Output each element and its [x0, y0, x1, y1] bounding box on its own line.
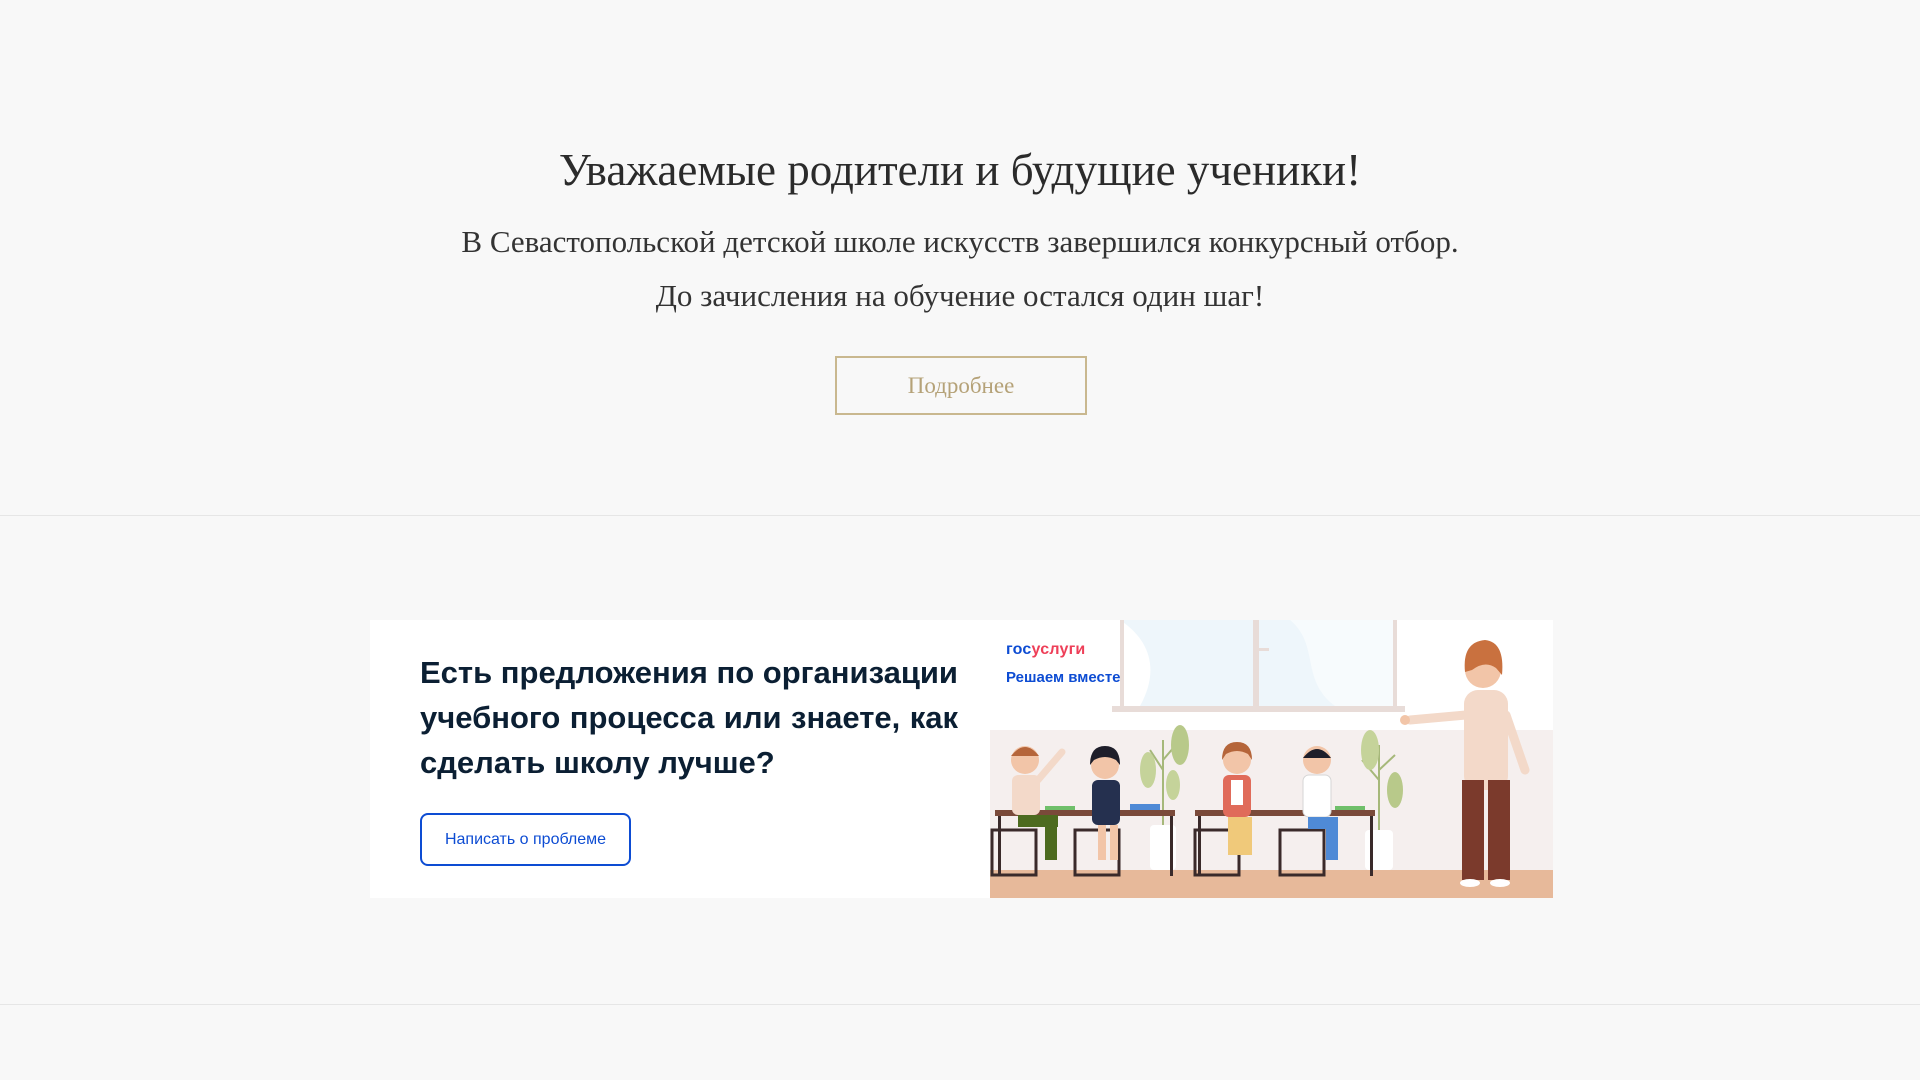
- announcement-title: Уважаемые родители и будущие ученики!: [558, 145, 1362, 195]
- gosuslugi-feedback-banner[interactable]: Есть предложения по организации учебного…: [370, 620, 1553, 898]
- gosuslugi-logo: госуслуги: [1006, 640, 1085, 660]
- gosuslugi-logo-uslugi: услуги: [1031, 641, 1086, 658]
- gosuslugi-tagline: Решаем вместе: [1006, 669, 1121, 686]
- report-problem-button[interactable]: Написать о проблеме: [420, 813, 631, 866]
- classroom-illustration-icon: [990, 620, 1553, 898]
- section-divider: [0, 1004, 1920, 1005]
- gosuslugi-logo-gos: гос: [1006, 641, 1032, 658]
- announcement-section: Уважаемые родители и будущие ученики! В …: [0, 0, 1920, 516]
- announcement-text-line-1: В Севастопольской детской школе искусств…: [461, 224, 1459, 259]
- more-button[interactable]: Подробнее: [835, 356, 1087, 415]
- banner-heading: Есть предложения по организации учебного…: [420, 655, 958, 780]
- announcement-text-line-2: До зачисления на обучение остался один ш…: [655, 278, 1265, 313]
